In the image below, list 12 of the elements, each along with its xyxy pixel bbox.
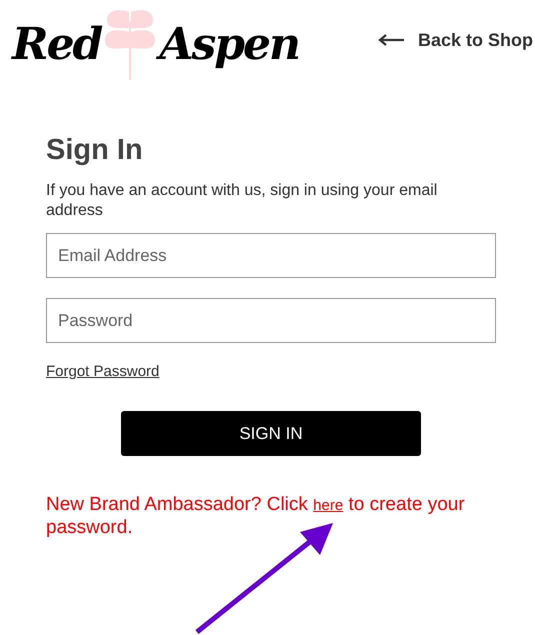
leaves-icon <box>105 8 156 80</box>
page-title: Sign In <box>46 134 144 167</box>
ambassador-note: New Brand Ambassador? Click here to create your password. <box>46 494 466 539</box>
arrow-left-icon <box>378 34 404 46</box>
forgot-password-link[interactable]: Forgot Password <box>46 363 160 380</box>
password-field[interactable]: Password <box>46 298 496 343</box>
sign-in-button[interactable]: SIGN IN <box>121 411 421 456</box>
here-link[interactable]: here <box>313 497 344 514</box>
email-field[interactable]: Email Address <box>46 233 496 278</box>
back-link[interactable]: Back to Shop <box>378 30 533 50</box>
intro-text: If you have an account with us, sign in using your email address <box>46 181 438 221</box>
logo-text: Red <box>12 18 102 70</box>
